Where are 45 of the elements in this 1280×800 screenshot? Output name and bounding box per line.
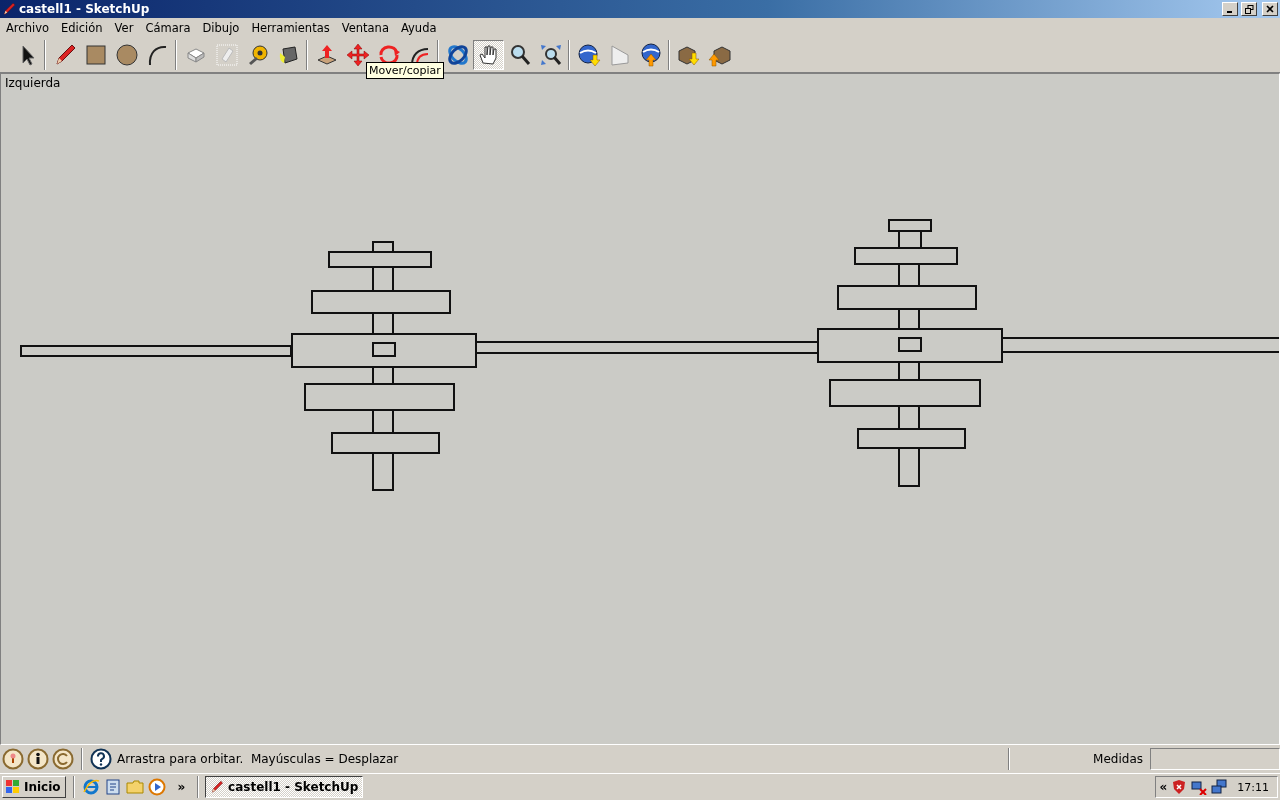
globe-download-icon — [576, 43, 601, 67]
menu-item[interactable]: Dibujo — [196, 21, 246, 35]
letter-c-icon[interactable] — [52, 748, 74, 770]
square-icon — [83, 43, 108, 67]
close-icon — [1266, 5, 1274, 13]
menu-item[interactable]: Herramientas — [245, 21, 336, 35]
eraser-icon — [214, 43, 239, 67]
move-arrows-icon — [345, 43, 370, 67]
restore-icon — [1244, 4, 1254, 14]
menu-item[interactable]: Ayuda — [394, 21, 443, 35]
network-error-icon[interactable] — [1191, 779, 1208, 795]
windows-logo-icon — [5, 779, 21, 795]
browser-icon[interactable] — [81, 778, 100, 796]
zoom-extents-icon — [538, 43, 563, 67]
globe-upload-icon — [638, 43, 663, 67]
menu-item[interactable]: Ventana — [335, 21, 395, 35]
pencil-icon — [2, 2, 16, 16]
taskbar-button[interactable]: castell1 - SketchUp — [205, 776, 364, 798]
pencil-icon — [210, 779, 225, 795]
tray-expand-button[interactable]: « — [1159, 780, 1168, 794]
toolbar-button[interactable] — [473, 40, 504, 70]
menu-item[interactable]: Ver — [108, 21, 140, 35]
person-icon[interactable] — [27, 748, 49, 770]
restore-button[interactable] — [1241, 2, 1257, 16]
minimize-button[interactable] — [1222, 2, 1238, 16]
start-button[interactable]: Inicio — [2, 776, 66, 798]
measurements-label: Medidas — [1093, 752, 1143, 766]
circle-icon — [114, 43, 139, 67]
view-label: Izquierda — [5, 76, 61, 90]
status-hint: Arrastra para orbitar. Mayúsculas = Desplazar — [117, 752, 400, 766]
close-button[interactable] — [1262, 2, 1278, 16]
menu-item[interactable]: Archivo — [0, 21, 55, 35]
tooltip: Mover/copiar — [366, 62, 444, 79]
window-title: castell1 - SketchUp — [19, 2, 151, 16]
measurements-field[interactable] — [1150, 748, 1280, 770]
help-icon[interactable] — [90, 748, 112, 770]
media-player-icon[interactable] — [147, 778, 166, 796]
overflow-chevron[interactable]: » — [177, 780, 186, 794]
menu-item[interactable]: Cámara — [139, 21, 197, 35]
location-icon[interactable] — [2, 748, 24, 770]
shield-icon[interactable] — [1171, 779, 1188, 795]
clock: 17:11 — [1237, 780, 1269, 794]
network-icon[interactable] — [1211, 779, 1228, 795]
orbit-icon — [445, 43, 470, 67]
menu-item[interactable]: Edición — [55, 21, 109, 35]
